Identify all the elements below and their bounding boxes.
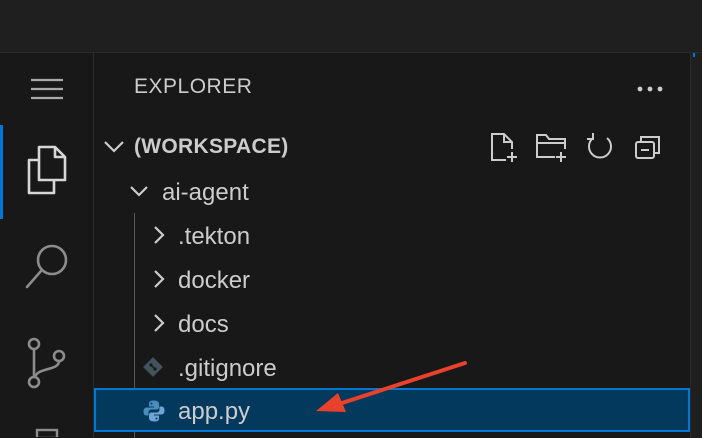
editor-edge	[690, 53, 702, 438]
python-icon	[142, 399, 166, 428]
git-icon	[142, 356, 164, 383]
tree-file-gitignore[interactable]: .gitignore	[94, 345, 690, 389]
tree-folder-docker[interactable]: docker	[94, 257, 690, 301]
tree-folder-tekton[interactable]: .tekton	[94, 213, 690, 257]
refresh-icon	[587, 133, 612, 159]
source-control-view-button[interactable]	[0, 335, 93, 395]
tree-item-label: .tekton	[178, 223, 251, 250]
explorer-sidebar: EXPLORER (WORKSPACE) ai-agent .tekton do…	[94, 53, 690, 438]
extensions-icon	[27, 427, 67, 438]
tree-file-app-py[interactable]: app.py	[94, 388, 690, 432]
files-icon	[25, 144, 69, 201]
menu-button[interactable]	[0, 69, 93, 113]
chevron-right-icon	[148, 224, 170, 251]
tree-item-label: ai-agent	[162, 179, 249, 206]
tree-folder-docs[interactable]: docs	[94, 301, 690, 345]
chevron-down-icon	[128, 180, 150, 207]
tree-item-label: .gitignore	[178, 355, 277, 382]
search-icon	[23, 241, 71, 298]
source-control-icon	[26, 337, 68, 394]
refresh-button[interactable]	[582, 129, 618, 165]
explorer-title: EXPLORER	[134, 75, 253, 98]
more-actions-button[interactable]	[632, 71, 668, 107]
chevron-down-icon	[102, 134, 126, 163]
new-folder-icon	[536, 134, 566, 162]
activity-bar	[0, 53, 94, 438]
tree-item-label: app.py	[178, 398, 251, 425]
new-folder-button[interactable]	[534, 129, 570, 165]
workspace-label: (WORKSPACE)	[134, 135, 289, 158]
collapse-all-button[interactable]	[630, 129, 666, 165]
new-file-button[interactable]	[486, 129, 522, 165]
title-bar	[0, 0, 702, 53]
tree-item-label: docker	[178, 267, 251, 294]
collapse-all-icon	[635, 136, 660, 159]
workspace-actions	[486, 129, 666, 165]
tree-item-label: docs	[178, 311, 229, 338]
ellipsis-icon	[636, 80, 664, 98]
chevron-right-icon	[148, 312, 170, 339]
search-view-button[interactable]	[0, 237, 93, 301]
menu-icon	[30, 77, 64, 106]
extensions-view-button[interactable]	[0, 427, 93, 438]
chevron-right-icon	[148, 268, 170, 295]
active-indicator	[0, 125, 3, 219]
tree-folder-ai-agent[interactable]: ai-agent	[94, 169, 690, 213]
explorer-view-button[interactable]	[0, 125, 93, 219]
new-file-icon	[491, 133, 517, 162]
workspace-section-header[interactable]: (WORKSPACE)	[94, 126, 690, 168]
